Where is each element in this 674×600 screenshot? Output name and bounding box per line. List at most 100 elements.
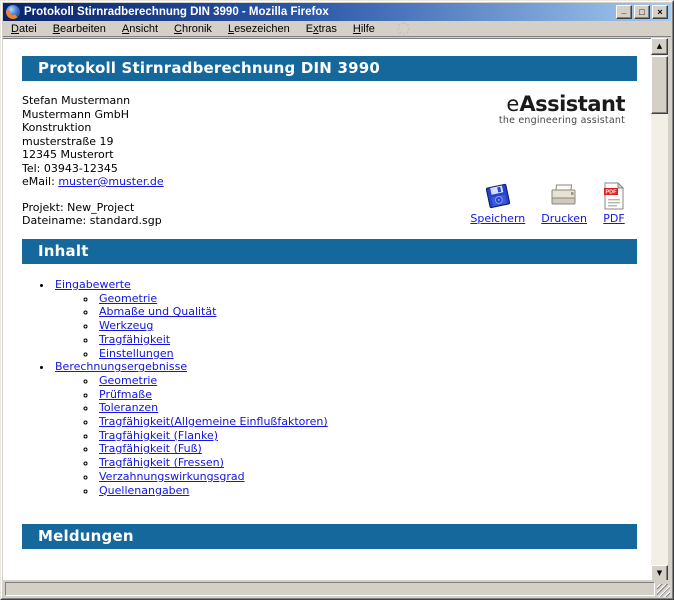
menu-hilfe-post: ilfe xyxy=(361,23,375,35)
toc-item: Prüfmaße xyxy=(97,388,637,402)
maximize-button[interactable]: □ xyxy=(634,5,650,19)
address-line: Tel: 03943-12345 xyxy=(22,162,164,176)
menu-datei-post: atei xyxy=(19,23,37,35)
menu-ansicht[interactable]: Ansicht xyxy=(114,22,166,36)
address-line: 12345 Musterort xyxy=(22,148,164,162)
toc-link-tragfaehigkeit-allgemein[interactable]: Tragfähigkeit(Allgemeine Einflußfaktoren… xyxy=(99,415,328,428)
filename-label: Dateiname: xyxy=(22,214,86,227)
toc-link-tragfaehigkeit-fressen[interactable]: Tragfähigkeit (Fressen) xyxy=(99,456,224,469)
pdf-action[interactable]: PDF PDF xyxy=(603,182,625,225)
window-title: Protokoll Stirnradberechnung DIN 3990 - … xyxy=(24,6,616,18)
toc-item: Tragfähigkeit (Flanke) xyxy=(97,429,637,443)
toc-link-berechnungsergebnisse[interactable]: Berechnungsergebnisse xyxy=(55,360,187,373)
toc-item: Einstellungen xyxy=(97,347,637,361)
menu-chronik[interactable]: Chronik xyxy=(166,22,220,36)
pdf-link[interactable]: PDF xyxy=(603,212,624,225)
menu-extras-post: tras xyxy=(319,23,337,35)
toc-item: Tragfähigkeit xyxy=(97,333,637,347)
toc-item: Toleranzen xyxy=(97,401,637,415)
status-panel xyxy=(5,582,655,596)
email-link[interactable]: muster@muster.de xyxy=(58,175,163,188)
status-bar xyxy=(3,580,671,598)
toc-item: Tragfähigkeit(Allgemeine Einflußfaktoren… xyxy=(97,415,637,429)
project-label: Projekt: xyxy=(22,201,64,214)
toc-link-geometrie-eingabe[interactable]: Geometrie xyxy=(99,292,157,305)
toc-link-werkzeug[interactable]: Werkzeug xyxy=(99,319,153,332)
table-of-contents: Eingabewerte Geometrie Abmaße und Qualit… xyxy=(22,278,637,497)
project-value: New_Project xyxy=(67,201,134,214)
address-line: musterstraße 19 xyxy=(22,135,164,149)
toc-item: Tragfähigkeit (Fressen) xyxy=(97,456,637,470)
menu-bar: Datei Bearbeiten Ansicht Chronik Lesezei… xyxy=(3,21,671,37)
project-info: Projekt: New_Project Dateiname: standard… xyxy=(22,201,164,228)
toc-link-tragfaehigkeit-flanke[interactable]: Tragfähigkeit (Flanke) xyxy=(99,429,218,442)
address-block: Stefan Mustermann Mustermann GmbH Konstr… xyxy=(22,94,164,239)
title-bar[interactable]: Protokoll Stirnradberechnung DIN 3990 - … xyxy=(3,3,671,21)
firefox-window: { "window": { "title": "Protokoll Stirnr… xyxy=(0,0,674,600)
menu-bearbeiten[interactable]: Bearbeiten xyxy=(45,22,114,36)
toc-item: Werkzeug xyxy=(97,319,637,333)
toc-link-geometrie-ergebnis[interactable]: Geometrie xyxy=(99,374,157,387)
menu-lesezeichen[interactable]: Lesezeichen xyxy=(220,22,298,36)
toc-sublist: Geometrie Prüfmaße Toleranzen Tragfähigk… xyxy=(97,374,637,497)
page-title: Protokoll Stirnradberechnung DIN 3990 xyxy=(22,56,637,81)
firefox-icon xyxy=(6,5,20,19)
logo-tagline: the engineering assistant xyxy=(499,116,625,126)
logo-name: Assistant xyxy=(519,92,625,116)
pdf-file-icon: PDF xyxy=(603,182,625,210)
toc-link-toleranzen[interactable]: Toleranzen xyxy=(99,401,158,414)
window-controls: _ □ × xyxy=(616,5,668,19)
logo-e: e xyxy=(506,92,519,116)
toc-list: Eingabewerte Geometrie Abmaße und Qualit… xyxy=(53,278,637,497)
menu-datei[interactable]: Datei xyxy=(3,22,45,36)
filename-value: standard.sgp xyxy=(90,214,162,227)
filename-line: Dateiname: standard.sgp xyxy=(22,214,164,228)
toc-group: Eingabewerte Geometrie Abmaße und Qualit… xyxy=(53,278,637,360)
address-lines: Stefan Mustermann Mustermann GmbH Konstr… xyxy=(22,94,164,189)
printer-icon xyxy=(549,182,579,210)
toc-link-tragfaehigkeit-eingabe[interactable]: Tragfähigkeit xyxy=(99,333,170,346)
toc-item: Tragfähigkeit (Fuß) xyxy=(97,442,637,456)
toc-header: Inhalt xyxy=(22,239,637,264)
print-link[interactable]: Drucken xyxy=(541,212,587,225)
toc-link-quellenangaben[interactable]: Quellenangaben xyxy=(99,484,189,497)
save-link[interactable]: Speichern xyxy=(470,212,525,225)
toc-link-tragfaehigkeit-fuss[interactable]: Tragfähigkeit (Fuß) xyxy=(99,442,202,455)
right-column: eAssistant the engineering assistant xyxy=(467,94,637,239)
header-row: Stefan Mustermann Mustermann GmbH Konstr… xyxy=(22,94,637,239)
toc-item: Geometrie xyxy=(97,374,637,388)
print-action[interactable]: Drucken xyxy=(541,182,587,225)
vertical-scrollbar[interactable]: ▲ ▼ xyxy=(651,38,668,582)
menu-bearbeiten-key: B xyxy=(53,23,60,35)
toc-group: Berechnungsergebnisse Geometrie Prüfmaße… xyxy=(53,360,637,497)
svg-text:PDF: PDF xyxy=(606,189,618,195)
menu-ansicht-post: nsicht xyxy=(129,23,158,35)
scrollbar-thumb[interactable] xyxy=(651,56,668,114)
resize-grip-icon[interactable] xyxy=(657,584,670,597)
report-page: Protokoll Stirnradberechnung DIN 3990 St… xyxy=(3,39,651,549)
toc-link-verzahnungswirkungsgrad[interactable]: Verzahnungswirkungsgrad xyxy=(99,470,245,483)
toc-link-abmasse-qualitaet[interactable]: Abmaße und Qualität xyxy=(99,305,216,318)
close-button[interactable]: × xyxy=(652,5,668,19)
email-label: eMail: xyxy=(22,175,55,188)
scroll-up-button[interactable]: ▲ xyxy=(651,38,668,55)
toc-item: Abmaße und Qualität xyxy=(97,305,637,319)
save-action[interactable]: Speichern xyxy=(470,182,525,225)
address-line: Stefan Mustermann xyxy=(22,94,164,108)
project-line: Projekt: New_Project xyxy=(22,201,164,215)
minimize-button[interactable]: _ xyxy=(616,5,632,19)
menu-extras-pre: E xyxy=(306,23,313,35)
save-floppy-icon xyxy=(485,182,511,210)
toc-link-einstellungen[interactable]: Einstellungen xyxy=(99,347,174,360)
throbber-icon xyxy=(397,22,410,35)
eassistant-logo: eAssistant the engineering assistant xyxy=(499,94,625,126)
menu-hilfe[interactable]: Hilfe xyxy=(345,22,383,36)
menu-datei-key: D xyxy=(11,23,19,35)
email-line: eMail: muster@muster.de xyxy=(22,175,164,189)
menu-extras[interactable]: Extras xyxy=(298,22,345,36)
toc-sublist: Geometrie Abmaße und Qualität Werkzeug T… xyxy=(97,292,637,361)
toc-link-pruefmasse[interactable]: Prüfmaße xyxy=(99,388,152,401)
toc-link-eingabewerte[interactable]: Eingabewerte xyxy=(55,278,131,291)
toc-item: Verzahnungswirkungsgrad xyxy=(97,470,637,484)
browser-viewport: Protokoll Stirnradberechnung DIN 3990 St… xyxy=(3,38,651,582)
